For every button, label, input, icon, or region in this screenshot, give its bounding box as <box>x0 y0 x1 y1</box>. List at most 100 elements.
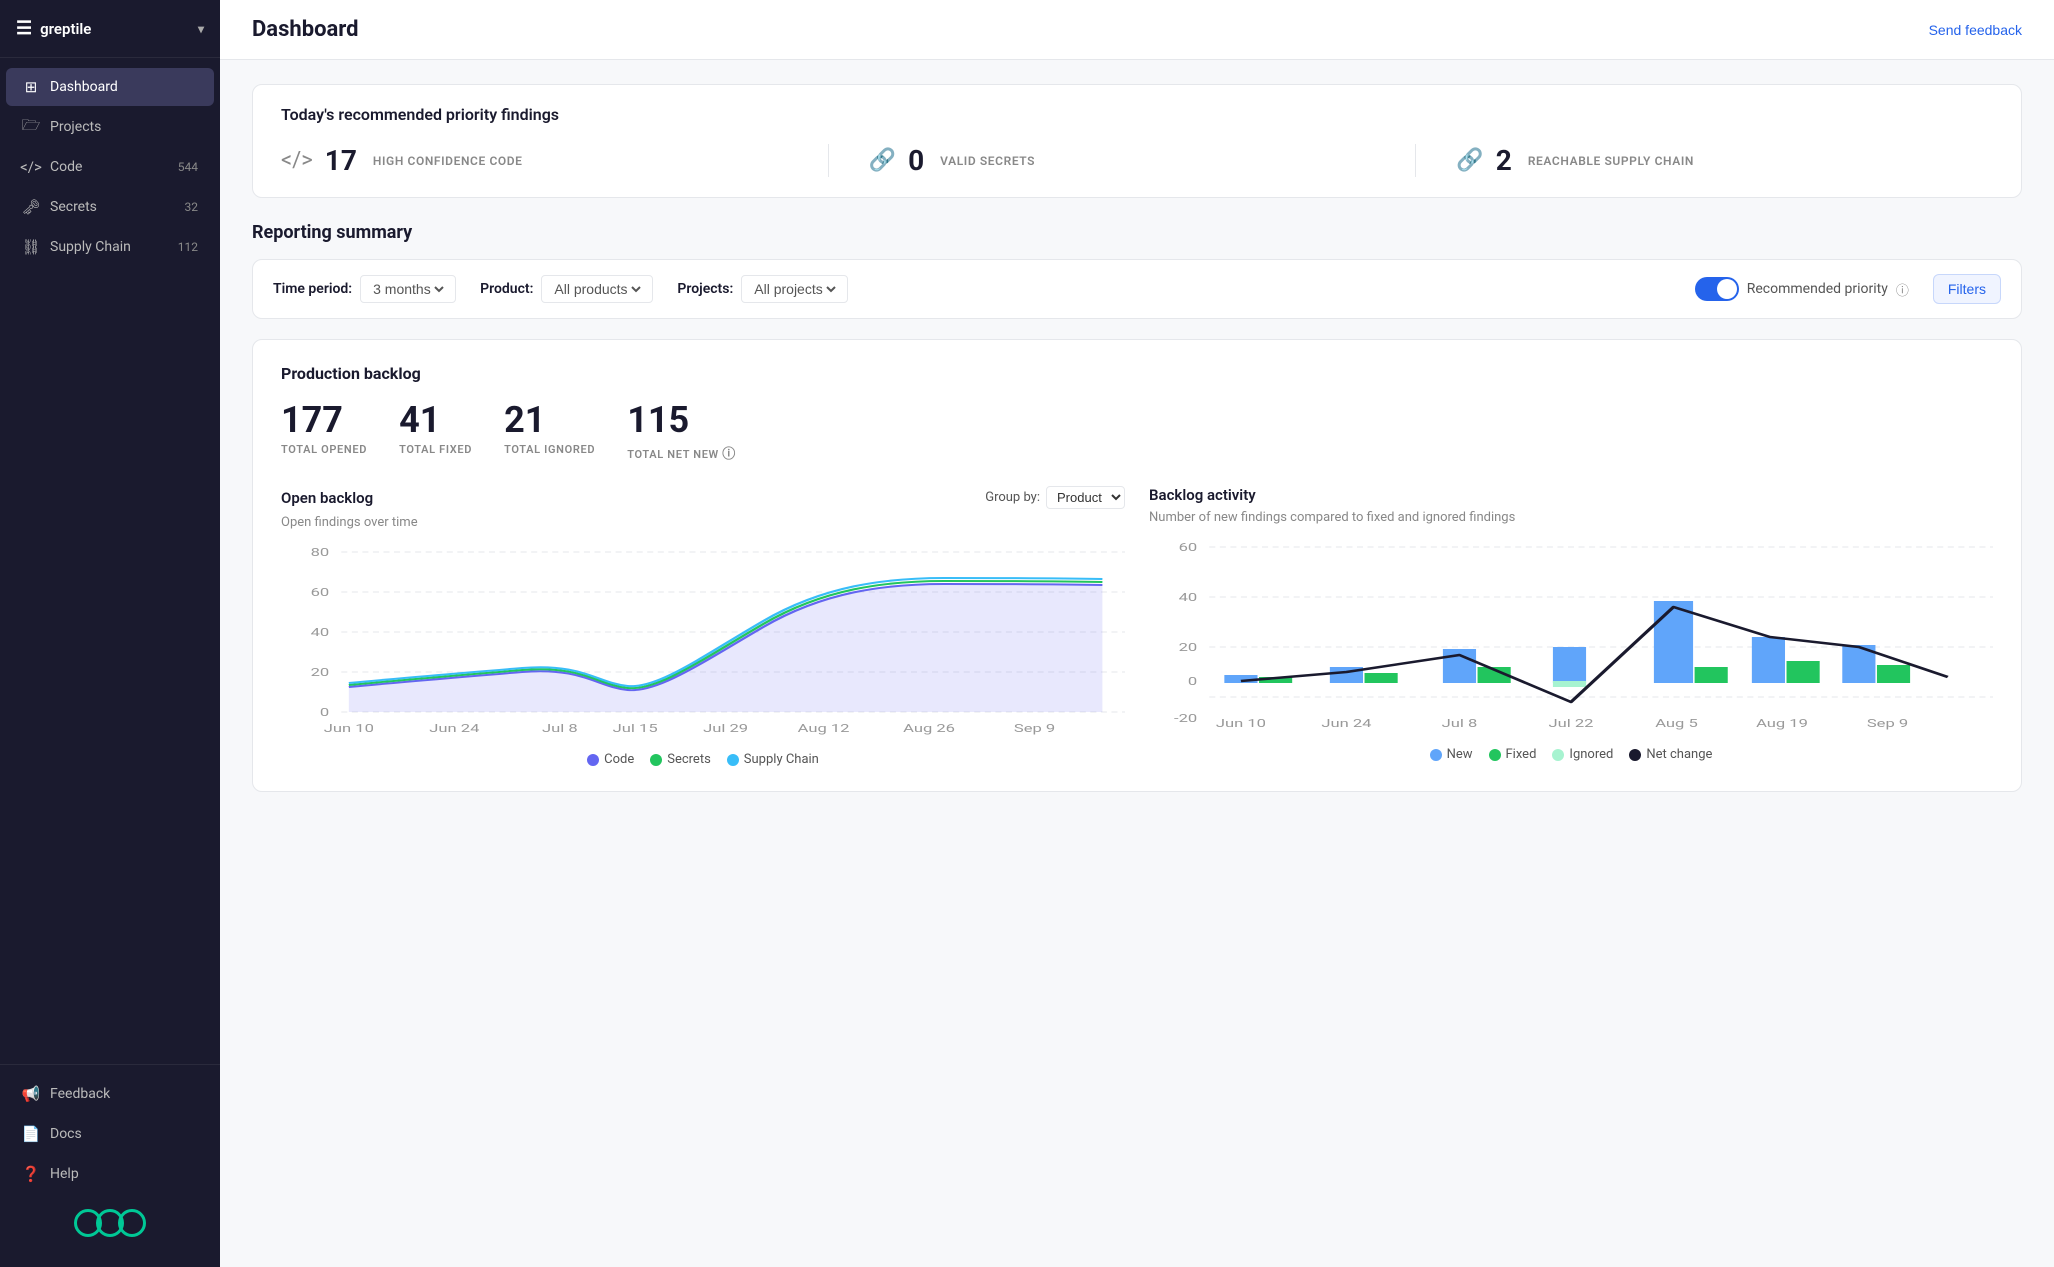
page-title: Dashboard <box>252 17 359 42</box>
svg-text:Jul 22: Jul 22 <box>1548 718 1593 731</box>
legend-secrets-label: Secrets <box>667 752 711 767</box>
product-select[interactable]: All products <box>541 275 653 303</box>
time-period-select[interactable]: 3 months 1 month 6 months <box>360 275 456 303</box>
open-backlog-header: Open backlog Group by: Product <box>281 486 1125 509</box>
hamburger-icon[interactable]: ☰ <box>16 18 32 39</box>
sidebar-item-label: Supply Chain <box>50 239 131 255</box>
doc-icon: 📄 <box>22 1125 40 1143</box>
sidebar-item-code[interactable]: </> Code 544 <box>6 148 214 186</box>
stat-fixed-label: TOTAL FIXED <box>399 443 472 456</box>
app-name: greptile <box>40 20 91 38</box>
grid-icon: ⊞ <box>22 78 40 96</box>
sidebar: ☰ greptile ▾ ⊞ Dashboard 🗁 Projects </> … <box>0 0 220 1267</box>
secrets-metric-number: 0 <box>908 144 924 177</box>
stat-total-net-new: 115 TOTAL NET NEW ⓘ <box>627 399 736 462</box>
sidebar-item-projects[interactable]: 🗁 Projects <box>6 108 214 146</box>
time-period-dropdown[interactable]: 3 months 1 month 6 months <box>369 280 447 298</box>
svg-text:0: 0 <box>1188 676 1197 689</box>
code-metric-number: 17 <box>325 144 357 177</box>
svg-text:Aug 12: Aug 12 <box>798 723 850 736</box>
svg-text:0: 0 <box>320 707 329 720</box>
open-backlog-section: Open backlog Group by: Product Open find… <box>281 486 1125 767</box>
product-dropdown[interactable]: All products <box>550 280 644 298</box>
sidebar-item-feedback[interactable]: 📢 Feedback <box>6 1075 214 1113</box>
sidebar-item-label: Dashboard <box>50 79 118 95</box>
legend-code-label: Code <box>604 752 634 767</box>
stat-opened-number: 177 <box>281 399 367 441</box>
legend-item-secrets: Secrets <box>650 752 711 767</box>
legend-item-new: New <box>1430 747 1473 762</box>
stat-total-fixed: 41 TOTAL FIXED <box>399 399 472 462</box>
svg-text:80: 80 <box>311 547 330 560</box>
sidebar-item-label: Secrets <box>50 199 97 215</box>
svg-text:Jun 10: Jun 10 <box>324 723 374 736</box>
group-by-label: Group by: <box>985 490 1040 505</box>
open-backlog-subtitle: Open findings over time <box>281 515 1125 530</box>
svg-text:Jul 29: Jul 29 <box>703 723 748 736</box>
sidebar-item-label: Docs <box>50 1126 82 1142</box>
net-new-info-icon[interactable]: ⓘ <box>722 447 736 462</box>
backlog-activity-title: Backlog activity <box>1149 486 1256 504</box>
code-badge: 544 <box>178 160 198 174</box>
svg-text:Aug 5: Aug 5 <box>1655 718 1698 731</box>
metric-supply-chain[interactable]: 🔗 2 REACHABLE SUPPLY CHAIN <box>1415 144 1993 177</box>
svg-text:Jun 24: Jun 24 <box>1321 718 1371 731</box>
product-filter: Product: All products <box>480 275 653 303</box>
legend-item-supply-chain: Supply Chain <box>727 752 819 767</box>
reporting-summary-title: Reporting summary <box>252 222 2022 243</box>
backlog-activity-legend: New Fixed Ignored Net change <box>1149 747 1993 762</box>
production-backlog-card: Production backlog 177 TOTAL OPENED 41 T… <box>252 339 2022 792</box>
info-icon[interactable]: ⓘ <box>1896 280 1909 299</box>
supply-chain-badge: 112 <box>178 240 198 254</box>
recommended-priority-toggle-container: Recommended priority ⓘ <box>1695 277 1909 301</box>
secrets-metric-label: VALID SECRETS <box>940 154 1035 168</box>
svg-text:Jul 15: Jul 15 <box>613 723 658 736</box>
legend-item-code: Code <box>587 752 634 767</box>
sidebar-item-label: Feedback <box>50 1086 110 1102</box>
folder-icon: 🗁 <box>22 118 40 136</box>
backlog-activity-header: Backlog activity <box>1149 486 1993 504</box>
group-by-select[interactable]: Product <box>1046 486 1125 509</box>
product-label: Product: <box>480 281 533 297</box>
toggle-label: Recommended priority <box>1747 281 1888 297</box>
priority-card-title: Today's recommended priority findings <box>281 105 1993 124</box>
svg-text:Aug 26: Aug 26 <box>903 723 955 736</box>
stat-net-new-number: 115 <box>627 399 736 441</box>
metric-secrets[interactable]: 🔗 0 VALID SECRETS <box>828 144 1406 177</box>
priority-card: Today's recommended priority findings </… <box>252 84 2022 198</box>
sidebar-item-help[interactable]: ❓ Help <box>6 1155 214 1193</box>
code-metric-icon: </> <box>281 148 313 173</box>
projects-label: Projects: <box>677 281 733 297</box>
stats-row: 177 TOTAL OPENED 41 TOTAL FIXED 21 TOTAL… <box>281 399 1993 462</box>
send-feedback-button[interactable]: Send feedback <box>1929 22 2022 38</box>
stat-net-new-label: TOTAL NET NEW ⓘ <box>627 443 736 462</box>
backlog-activity-subtitle: Number of new findings compared to fixed… <box>1149 510 1993 525</box>
svg-text:60: 60 <box>311 587 330 600</box>
chevron-down-icon[interactable]: ▾ <box>198 22 204 36</box>
sidebar-item-dashboard[interactable]: ⊞ Dashboard <box>6 68 214 106</box>
priority-metrics: </> 17 HIGH CONFIDENCE CODE 🔗 0 VALID SE… <box>281 144 1993 177</box>
key-icon: 🗝 <box>22 198 40 216</box>
projects-select[interactable]: All projects <box>741 275 848 303</box>
sidebar-header[interactable]: ☰ greptile ▾ <box>0 0 220 58</box>
open-backlog-title: Open backlog <box>281 489 373 507</box>
sidebar-item-label: Projects <box>50 119 101 135</box>
supply-chain-metric-icon: 🔗 <box>1456 148 1483 173</box>
metric-code[interactable]: </> 17 HIGH CONFIDENCE CODE <box>281 144 818 177</box>
svg-text:Sep 9: Sep 9 <box>1867 718 1908 731</box>
code-icon: </> <box>22 158 40 176</box>
svg-text:60: 60 <box>1179 542 1198 555</box>
sidebar-item-supply-chain[interactable]: ⛓ Supply Chain 112 <box>6 228 214 266</box>
projects-dropdown[interactable]: All projects <box>750 280 839 298</box>
charts-row: Open backlog Group by: Product Open find… <box>281 486 1993 767</box>
recommended-priority-toggle[interactable] <box>1695 277 1739 301</box>
sidebar-item-docs[interactable]: 📄 Docs <box>6 1115 214 1153</box>
code-metric-label: HIGH CONFIDENCE CODE <box>373 154 523 168</box>
page-content: Today's recommended priority findings </… <box>220 60 2054 816</box>
svg-text:Aug 19: Aug 19 <box>1756 718 1808 731</box>
megaphone-icon: 📢 <box>22 1085 40 1103</box>
svg-text:Jul 8: Jul 8 <box>542 723 578 736</box>
sidebar-item-secrets[interactable]: 🗝 Secrets 32 <box>6 188 214 226</box>
stat-fixed-number: 41 <box>399 399 472 441</box>
filters-button[interactable]: Filters <box>1933 274 2001 304</box>
